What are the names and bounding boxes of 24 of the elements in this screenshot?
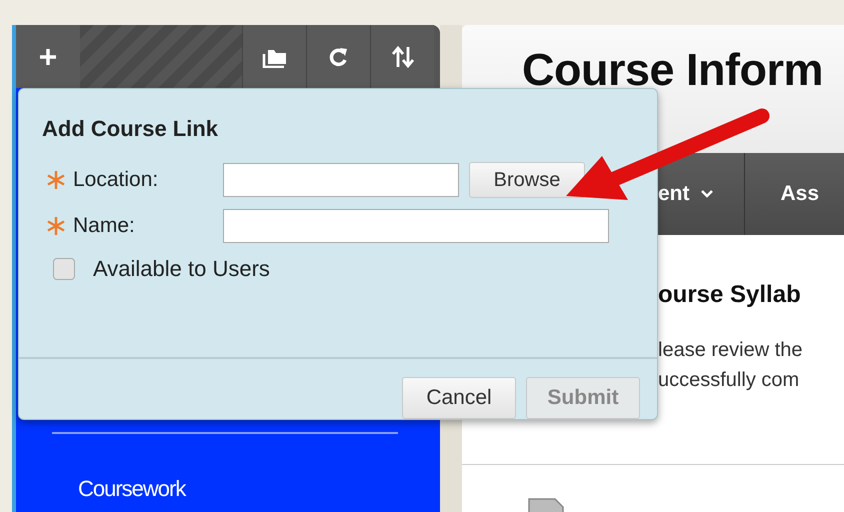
body-text: uccessfully com	[658, 368, 800, 393]
sort-icon	[390, 44, 416, 68]
nav-tab[interactable]: Ass	[744, 153, 844, 235]
sort-button[interactable]	[370, 25, 434, 88]
browse-button[interactable]: Browse	[469, 162, 585, 198]
cancel-button[interactable]: Cancel	[402, 377, 516, 419]
input-field[interactable]	[223, 209, 609, 243]
refresh-button[interactable]	[306, 25, 370, 88]
folder-button[interactable]	[242, 25, 306, 88]
checkbox[interactable]	[53, 258, 75, 280]
input-field[interactable]	[223, 163, 459, 197]
page-title: Course Inform	[522, 47, 824, 92]
menu-item[interactable]: Coursework	[78, 476, 440, 502]
field-label: Name:	[73, 214, 135, 238]
checkbox-label: Available to Users	[93, 256, 270, 282]
section-title: ourse Syllab	[658, 281, 802, 309]
document-icon	[528, 498, 564, 512]
body-text: lease review the	[658, 338, 804, 363]
dialog-title: Add Course Link	[42, 116, 220, 142]
nav-tab[interactable]: ent	[658, 153, 744, 235]
add-button[interactable]	[16, 25, 80, 88]
field-label: Location:	[73, 168, 158, 192]
plus-icon	[38, 46, 58, 66]
refresh-icon	[328, 46, 350, 68]
